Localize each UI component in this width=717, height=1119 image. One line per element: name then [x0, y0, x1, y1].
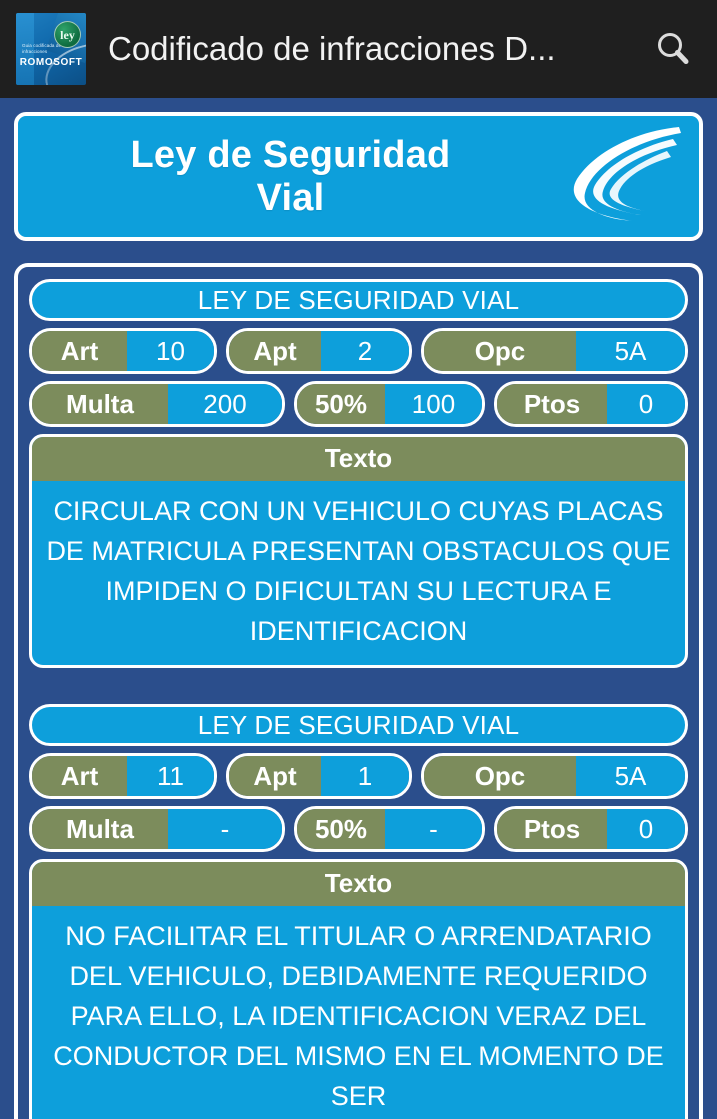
app-bar: Guia codificada de infracciones ley ROMO… [0, 0, 717, 98]
field-discount: 50% - [294, 806, 485, 852]
infraction-item[interactable]: LEY DE SEGURIDAD VIAL Art 10 Apt 2 Opc 5… [29, 279, 688, 668]
field-apt-label: Apt [229, 331, 321, 371]
field-apt-value: 2 [321, 331, 409, 371]
infraction-text-block: Texto CIRCULAR CON UN VEHICULO CUYAS PLA… [29, 434, 688, 668]
field-apt: Apt 2 [226, 328, 412, 374]
search-icon [658, 33, 689, 64]
infraction-item[interactable]: LEY DE SEGURIDAD VIAL Art 11 Apt 1 Opc 5… [29, 704, 688, 1119]
field-opc-value: 5A [576, 756, 685, 796]
banner-title-line-1: Ley de Seguridad [130, 133, 451, 176]
infraction-row-fine: Multa 200 50% 100 Ptos 0 [29, 381, 688, 427]
banner-title-line-2: Vial [256, 176, 325, 219]
law-header: LEY DE SEGURIDAD VIAL [29, 704, 688, 746]
field-multa-label: Multa [32, 384, 168, 424]
infraction-text-block: Texto NO FACILITAR EL TITULAR O ARRENDAT… [29, 859, 688, 1119]
app-title: Codificado de infracciones D... [108, 30, 556, 67]
field-discount-label: 50% [297, 384, 385, 424]
field-art-value: 11 [127, 756, 214, 796]
texto-header: Texto [32, 437, 685, 481]
field-art-label: Art [32, 756, 127, 796]
logo-brand-text: ROMOSOFT [19, 57, 83, 68]
field-art: Art 10 [29, 328, 217, 374]
field-opc-label: Opc [424, 756, 576, 796]
field-art-label: Art [32, 331, 127, 371]
infraction-row-fine: Multa - 50% - Ptos 0 [29, 806, 688, 852]
texto-body: CIRCULAR CON UN VEHICULO CUYAS PLACAS DE… [46, 496, 671, 646]
infraction-row-article: Art 11 Apt 1 Opc 5A [29, 753, 688, 799]
infraction-row-article: Art 10 Apt 2 Opc 5A [29, 328, 688, 374]
search-button[interactable] [647, 23, 699, 75]
law-banner: Ley de Seguridad Vial [14, 112, 703, 241]
field-apt-label: Apt [229, 756, 321, 796]
field-apt: Apt 1 [226, 753, 412, 799]
field-discount: 50% 100 [294, 381, 485, 427]
field-opc-value: 5A [576, 331, 685, 371]
field-ptos-label: Ptos [497, 384, 607, 424]
law-header: LEY DE SEGURIDAD VIAL [29, 279, 688, 321]
field-multa-value: 200 [168, 384, 282, 424]
page-content: Ley de Seguridad Vial LEY DE SEGURIDAD V… [0, 98, 717, 1119]
field-opc: Opc 5A [421, 328, 688, 374]
texto-body: NO FACILITAR EL TITULAR O ARRENDATARIO D… [53, 921, 664, 1111]
app-logo-icon: Guia codificada de infracciones ley ROMO… [16, 13, 86, 85]
field-opc-label: Opc [424, 331, 576, 371]
field-opc: Opc 5A [421, 753, 688, 799]
texto-header: Texto [32, 862, 685, 906]
logo-subtitle: Guia codificada de infracciones [22, 43, 62, 54]
logo-key-badge-icon: ley [54, 21, 81, 48]
field-ptos: Ptos 0 [494, 806, 688, 852]
field-ptos-label: Ptos [497, 809, 607, 849]
field-discount-label: 50% [297, 809, 385, 849]
field-multa: Multa 200 [29, 381, 285, 427]
field-multa-label: Multa [32, 809, 168, 849]
field-multa-value: - [168, 809, 282, 849]
field-discount-value: - [385, 809, 482, 849]
winding-road-icon [541, 117, 691, 237]
infraction-list: LEY DE SEGURIDAD VIAL Art 10 Apt 2 Opc 5… [14, 263, 703, 1119]
field-ptos: Ptos 0 [494, 381, 688, 427]
field-art-value: 10 [127, 331, 214, 371]
field-multa: Multa - [29, 806, 285, 852]
field-apt-value: 1 [321, 756, 409, 796]
field-ptos-value: 0 [607, 384, 685, 424]
field-discount-value: 100 [385, 384, 482, 424]
field-ptos-value: 0 [607, 809, 685, 849]
banner-title: Ley de Seguridad Vial [18, 134, 541, 219]
field-art: Art 11 [29, 753, 217, 799]
